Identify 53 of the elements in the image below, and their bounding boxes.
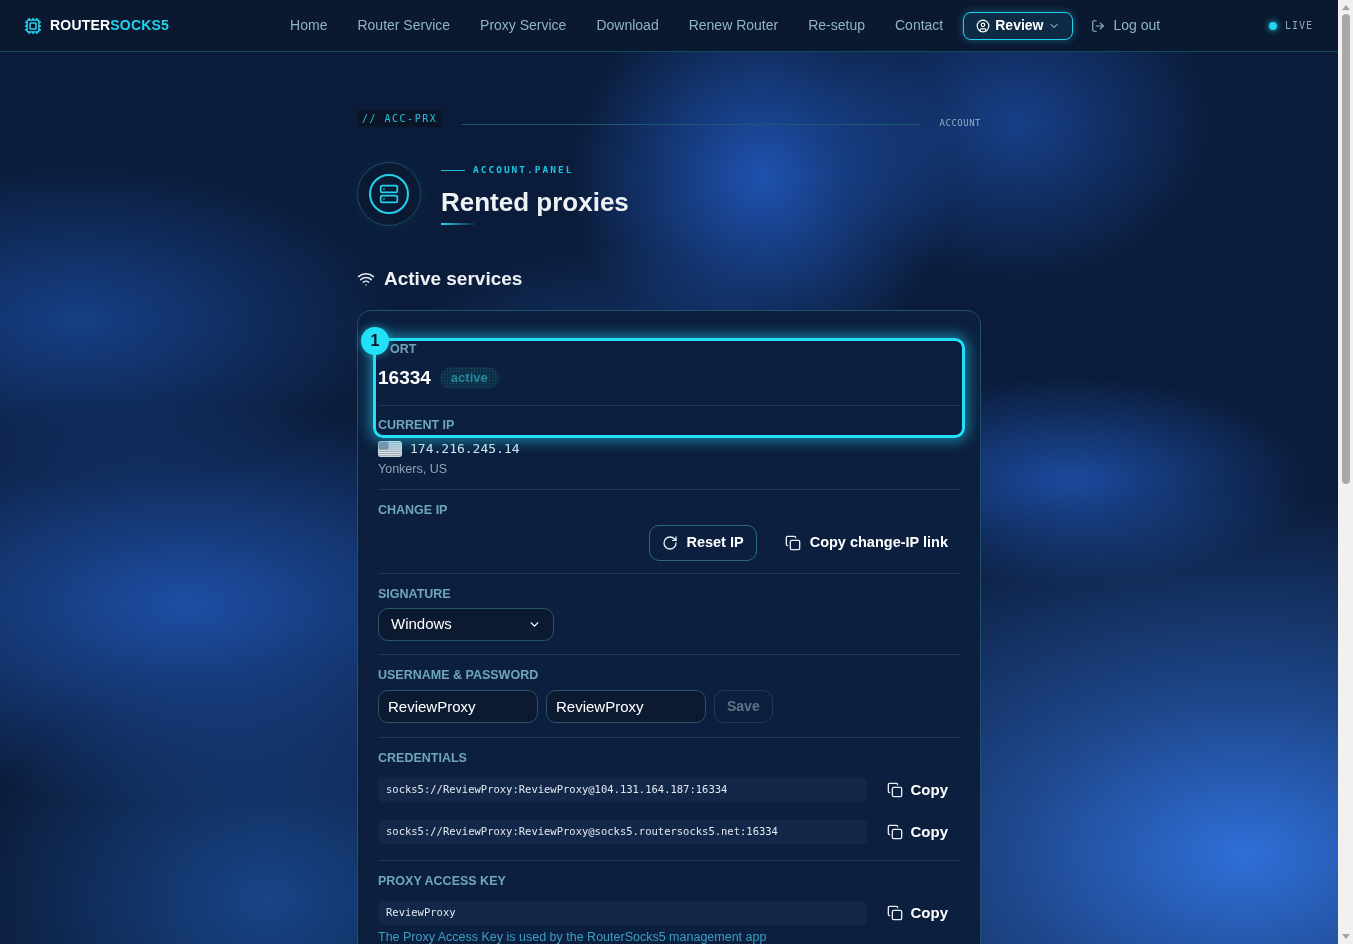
section-label: CURRENT IP — [378, 417, 456, 433]
section-label: CREDENTIALS — [378, 750, 468, 766]
section-label: CHANGE IP — [378, 502, 449, 518]
username-field[interactable]: ReviewProxy — [378, 690, 538, 723]
section-label: USERNAME & PASSWORD — [378, 667, 540, 683]
password-field[interactable]: ReviewProxy — [546, 690, 706, 723]
scroll-down-icon[interactable] — [1341, 934, 1350, 939]
copy-link-button[interactable]: Copy change-IP link — [772, 525, 960, 561]
scroll-up-icon[interactable] — [1341, 5, 1350, 10]
access-key-string: ReviewProxy — [378, 901, 867, 925]
wifi-icon — [357, 270, 375, 288]
step-marker: 1 — [361, 327, 389, 355]
ip-location: Yonkers, US — [378, 461, 449, 477]
live-status-label: LIVE — [1284, 19, 1313, 33]
port-number: 16334 — [378, 365, 431, 390]
breadcrumb-section: ACCOUNT — [939, 117, 981, 131]
panel-eyebrow: ACCOUNT.PANEL — [473, 162, 574, 177]
reset-ip-button[interactable]: Reset IP — [649, 525, 757, 561]
copy-icon — [784, 535, 801, 551]
credential-string: socks5://ReviewProxy:ReviewProxy@socks5.routersocks5.net:16334 — [378, 820, 867, 844]
copy-icon — [886, 782, 903, 798]
status-tag: active — [439, 367, 499, 389]
copy-button[interactable]: Copy — [874, 901, 960, 925]
ip-address: 174.216.245.14 — [410, 440, 520, 459]
logout-icon — [1091, 18, 1106, 33]
refresh-icon — [662, 535, 679, 551]
nav-link[interactable]: Home — [290, 15, 328, 36]
flag-icon — [378, 441, 402, 457]
page-title: Rented proxies — [441, 187, 629, 217]
section-label: PROXY ACCESS KEY — [378, 873, 507, 889]
section-label: SIGNATURE — [378, 586, 452, 602]
nav-link[interactable]: Proxy Service — [480, 15, 567, 36]
nav-link[interactable]: Router Service — [357, 15, 451, 36]
logout-button[interactable]: Log out — [1091, 15, 1161, 36]
nav-link[interactable]: Contact — [895, 15, 944, 36]
signature-select[interactable]: Windows — [378, 608, 554, 641]
nav-link[interactable]: Re-setup — [808, 15, 865, 36]
copy-button[interactable]: Copy — [874, 778, 960, 802]
scrollbar-thumb[interactable] — [1341, 14, 1350, 484]
section-label: ORT — [389, 341, 418, 357]
nav-link[interactable]: Renew Router — [688, 15, 779, 36]
chip-icon — [24, 16, 42, 35]
access-key-note: The Proxy Access Key is used by the RouterSocks5 management app — [378, 931, 768, 943]
section-heading: Active services — [384, 267, 523, 291]
copy-icon — [886, 824, 903, 840]
account-menu-button[interactable]: Review — [963, 11, 1074, 40]
scrollbar[interactable] — [1338, 0, 1353, 944]
copy-button[interactable]: Copy — [874, 820, 960, 844]
logo-text[interactable]: ROUTERSOCKS5 — [50, 15, 170, 36]
copy-icon — [886, 905, 903, 921]
user-icon — [976, 18, 991, 33]
credential-string: socks5://ReviewProxy:ReviewProxy@104.131.164.187:16334 — [378, 778, 867, 802]
nav-link[interactable]: Download — [596, 15, 659, 36]
